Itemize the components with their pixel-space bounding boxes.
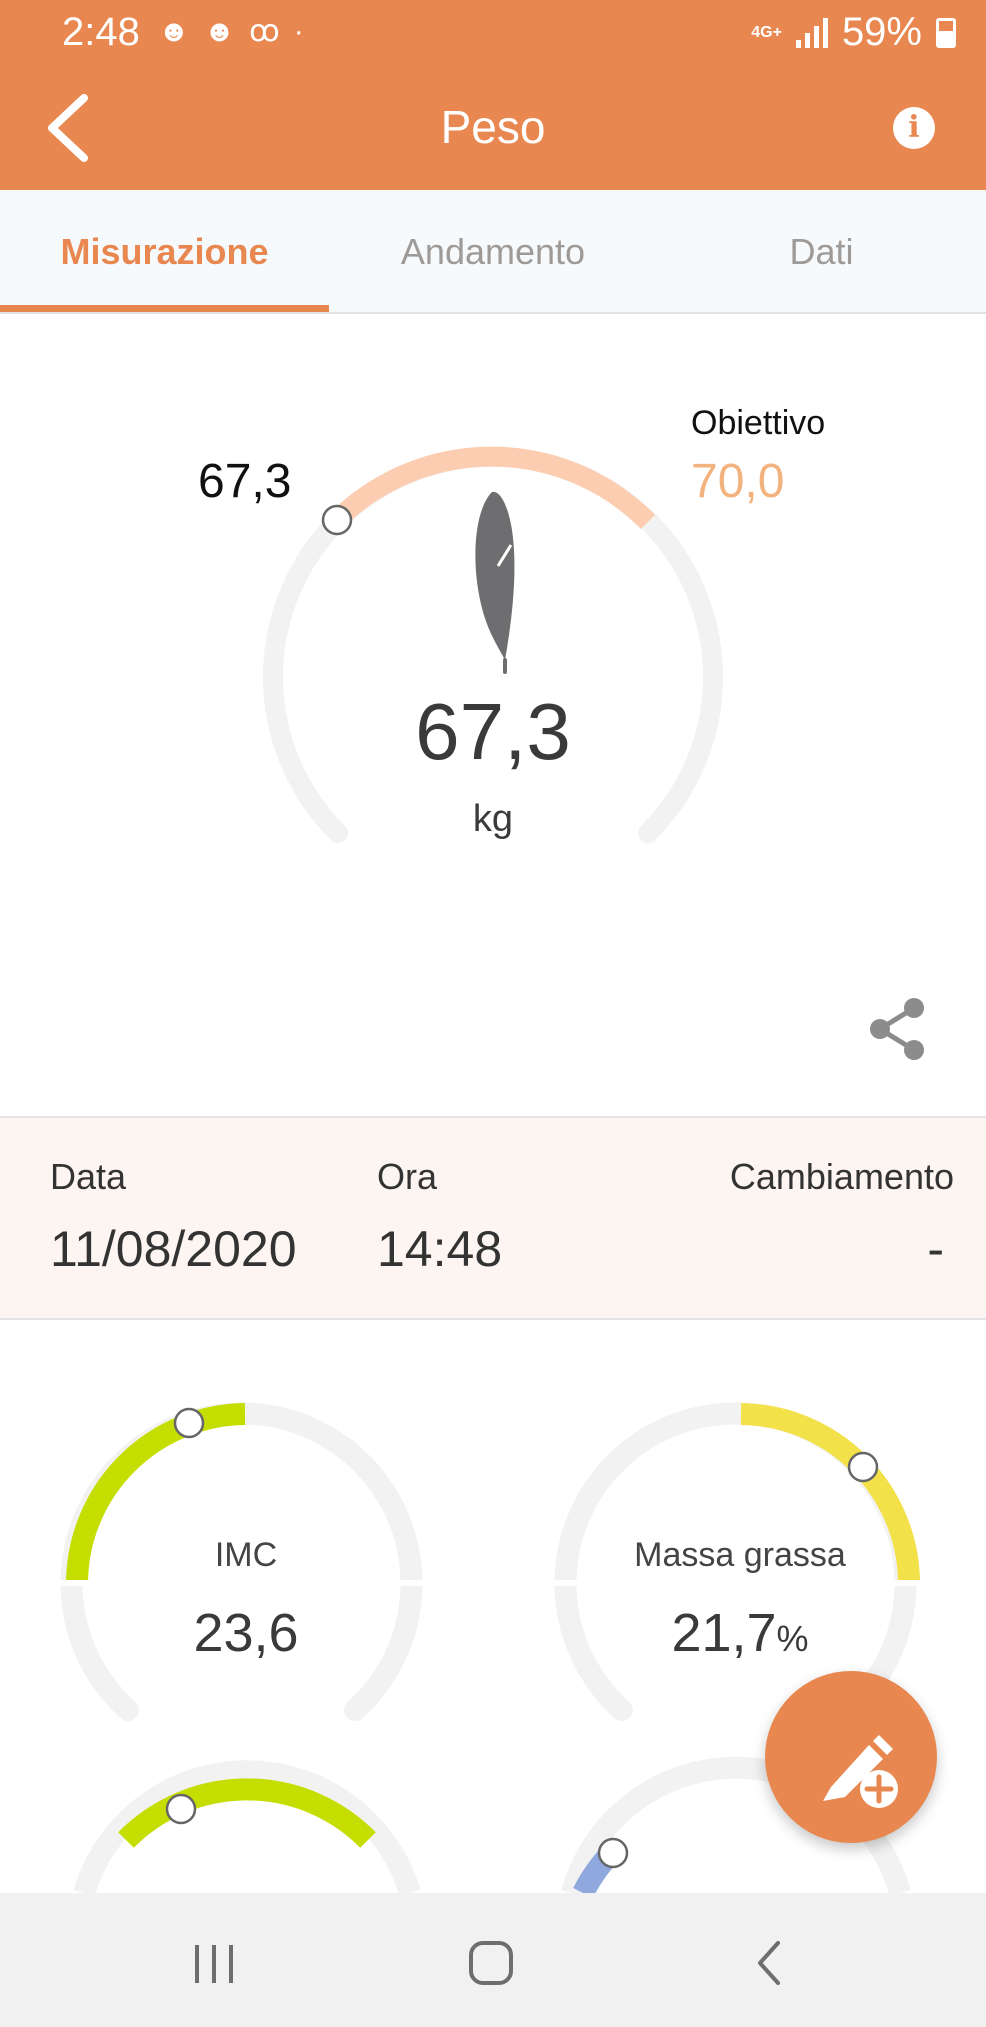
recent-apps-icon[interactable] xyxy=(193,1943,237,1985)
back-icon[interactable] xyxy=(752,1939,784,1987)
fat-mass-value: 21,7% xyxy=(671,1603,809,1663)
system-nav-bar xyxy=(0,1893,986,2027)
lower-left-gauge xyxy=(73,1760,421,1893)
add-measurement-button[interactable] xyxy=(765,1671,937,1843)
imc-label: IMC xyxy=(214,1536,278,1574)
home-icon[interactable] xyxy=(467,1939,515,1987)
fat-mass-label: Massa grassa xyxy=(634,1536,846,1574)
imc-value: 23,6 xyxy=(193,1603,299,1663)
edit-add-icon xyxy=(823,1735,898,1808)
